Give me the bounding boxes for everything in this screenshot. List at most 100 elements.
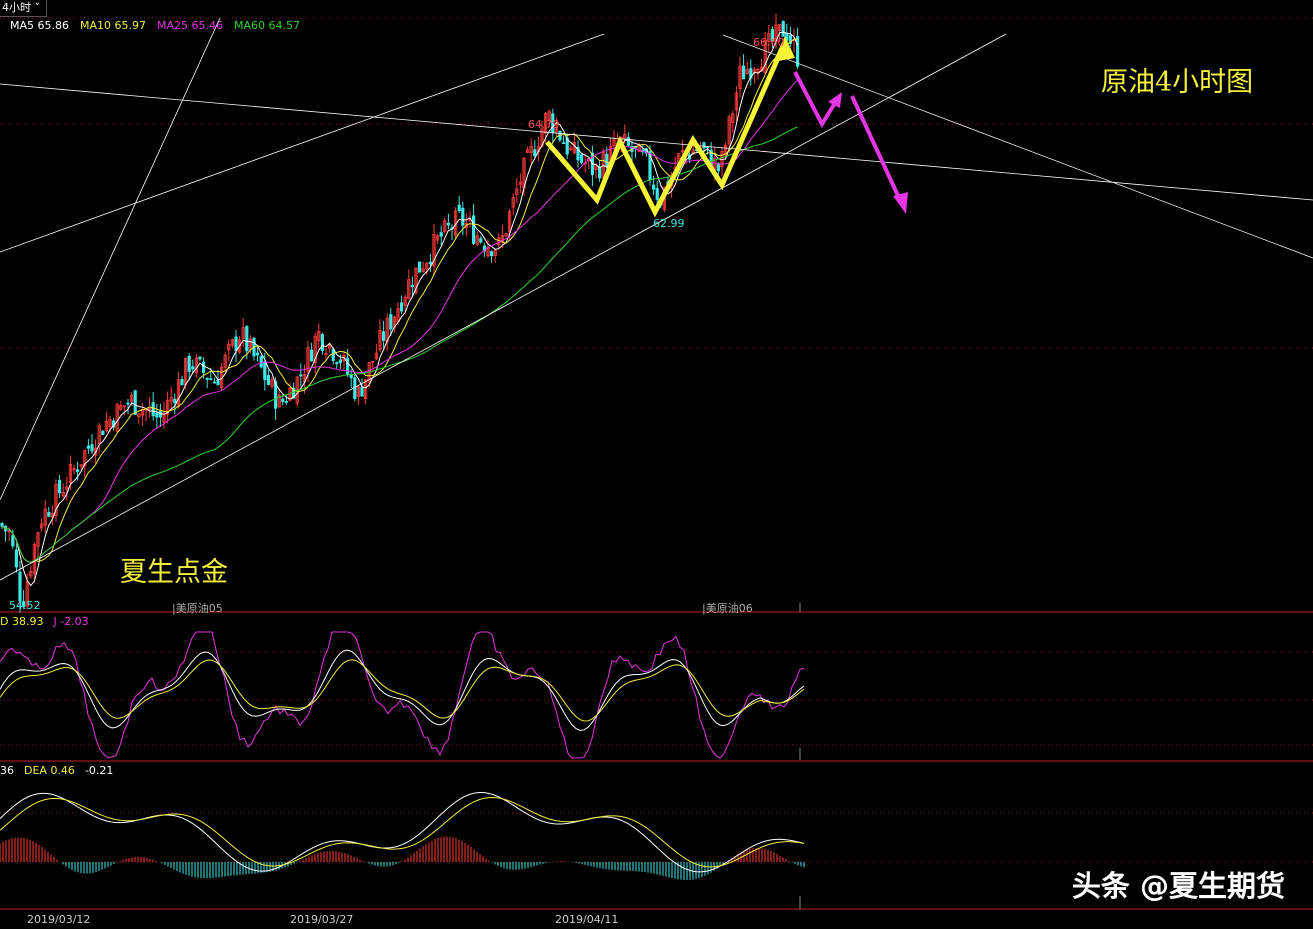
candle-body (580, 154, 584, 163)
candle-body (133, 390, 137, 415)
candle-body (14, 549, 18, 568)
candle-body (216, 379, 220, 386)
chart-canvas[interactable]: 66.60 64.79 62.99 54.52 (0, 0, 1313, 929)
macd-dea-line (0, 796, 805, 868)
candle-body (309, 349, 314, 362)
candle-body (191, 366, 195, 370)
candle-body (349, 374, 353, 379)
candle-body (389, 314, 393, 330)
kdj-d-line (0, 659, 805, 722)
rising-trend-line (0, 33, 1007, 581)
candle-body (266, 374, 271, 385)
macd-diff-line (0, 791, 805, 873)
candle-body (201, 361, 206, 373)
candle-body (562, 142, 566, 145)
macd-legend: 36 DEA 0.46 -0.21 (0, 764, 123, 778)
contract-label-06: |美原油06 (702, 602, 753, 615)
candle-body (0, 522, 4, 527)
kdj-j-label: J -2.03 (53, 615, 89, 628)
candle-body (479, 238, 483, 243)
candle-body (259, 356, 263, 368)
candle-body (417, 261, 422, 273)
candle-body (281, 398, 285, 403)
candle-body (345, 357, 350, 375)
candle-body (410, 284, 415, 288)
candle-body (212, 381, 216, 384)
macd-diff-label: 36 (0, 764, 14, 777)
kdj-legend: D 38.93 J -2.03 (0, 615, 99, 629)
candle-body (173, 398, 177, 403)
candle-body (446, 222, 451, 226)
candle-body (338, 359, 343, 364)
candle-body (47, 512, 51, 517)
watermark: 头条 @夏生期货 (1071, 869, 1285, 903)
ma60-line (1, 126, 798, 563)
contract-label-05: |美原油05 (172, 602, 223, 615)
candle-body (626, 137, 631, 146)
author-annotation: 夏生点金 (120, 557, 228, 588)
candle-body (439, 232, 443, 237)
ma5-line (1, 31, 799, 587)
candle-body (605, 153, 609, 168)
candle-body (360, 387, 364, 397)
candle-body (702, 142, 706, 149)
chart-title-annotation: 原油4小时图 (1101, 67, 1254, 98)
candle-body (234, 336, 238, 351)
candle-body (781, 21, 785, 37)
magenta-decline-arrow (850, 95, 902, 201)
candle-body (428, 261, 433, 265)
candle-body (263, 361, 267, 381)
candle-body (18, 571, 22, 602)
candle-body (151, 402, 155, 417)
candle-body (335, 362, 339, 365)
candle-body (489, 251, 494, 257)
start-low-label: 54.52 (9, 599, 41, 612)
candle-body (284, 401, 289, 403)
candle-body (652, 184, 656, 190)
candle-body (205, 377, 209, 380)
candle-body (331, 348, 335, 361)
candle-body (320, 334, 325, 352)
candle-body (255, 352, 260, 356)
candle-body (76, 469, 80, 473)
candle-body (187, 355, 191, 372)
candle-body (655, 188, 659, 200)
candle-body (90, 444, 94, 452)
candle-body (461, 207, 465, 226)
candle-body (796, 36, 800, 67)
candle-body (126, 402, 130, 405)
candle-body (101, 430, 105, 436)
candle-body (11, 535, 15, 547)
candle-body (399, 302, 404, 312)
pivot-price-label: 64.79 (528, 118, 560, 131)
magenta-bounce-arrow (793, 71, 840, 129)
candle-body (299, 374, 303, 377)
candle-body (58, 479, 62, 494)
arrow-head-icon (893, 192, 908, 214)
candle-body (86, 445, 90, 449)
candle-body (471, 215, 476, 244)
upper-channel-line (0, 33, 605, 253)
candle-body (457, 204, 461, 212)
candle-body (716, 163, 721, 172)
high-price-label: 66.60 (753, 36, 785, 49)
ma25-line (1, 79, 798, 563)
macd-dea-label: DEA 0.46 (24, 764, 75, 777)
candle-body (598, 166, 602, 179)
zigzag-pattern-arrow (545, 40, 788, 218)
kdj-j-line (0, 631, 805, 759)
candle-body (533, 149, 537, 157)
candle-body (180, 378, 184, 386)
ma10-line (1, 38, 798, 563)
macd-value-label: -0.21 (84, 764, 114, 777)
low-price-label: 62.99 (653, 217, 685, 230)
date-label-2: 2019/03/27 (290, 913, 354, 926)
candle-body (381, 331, 386, 341)
candle-body (209, 378, 213, 381)
candle-body (742, 65, 746, 80)
candle-body (245, 326, 249, 352)
date-label-3: 2019/04/11 (555, 913, 619, 926)
kdj-d-label: D 38.93 (0, 615, 44, 628)
date-label-1: 2019/03/12 (27, 913, 91, 926)
candle-body (198, 356, 202, 360)
